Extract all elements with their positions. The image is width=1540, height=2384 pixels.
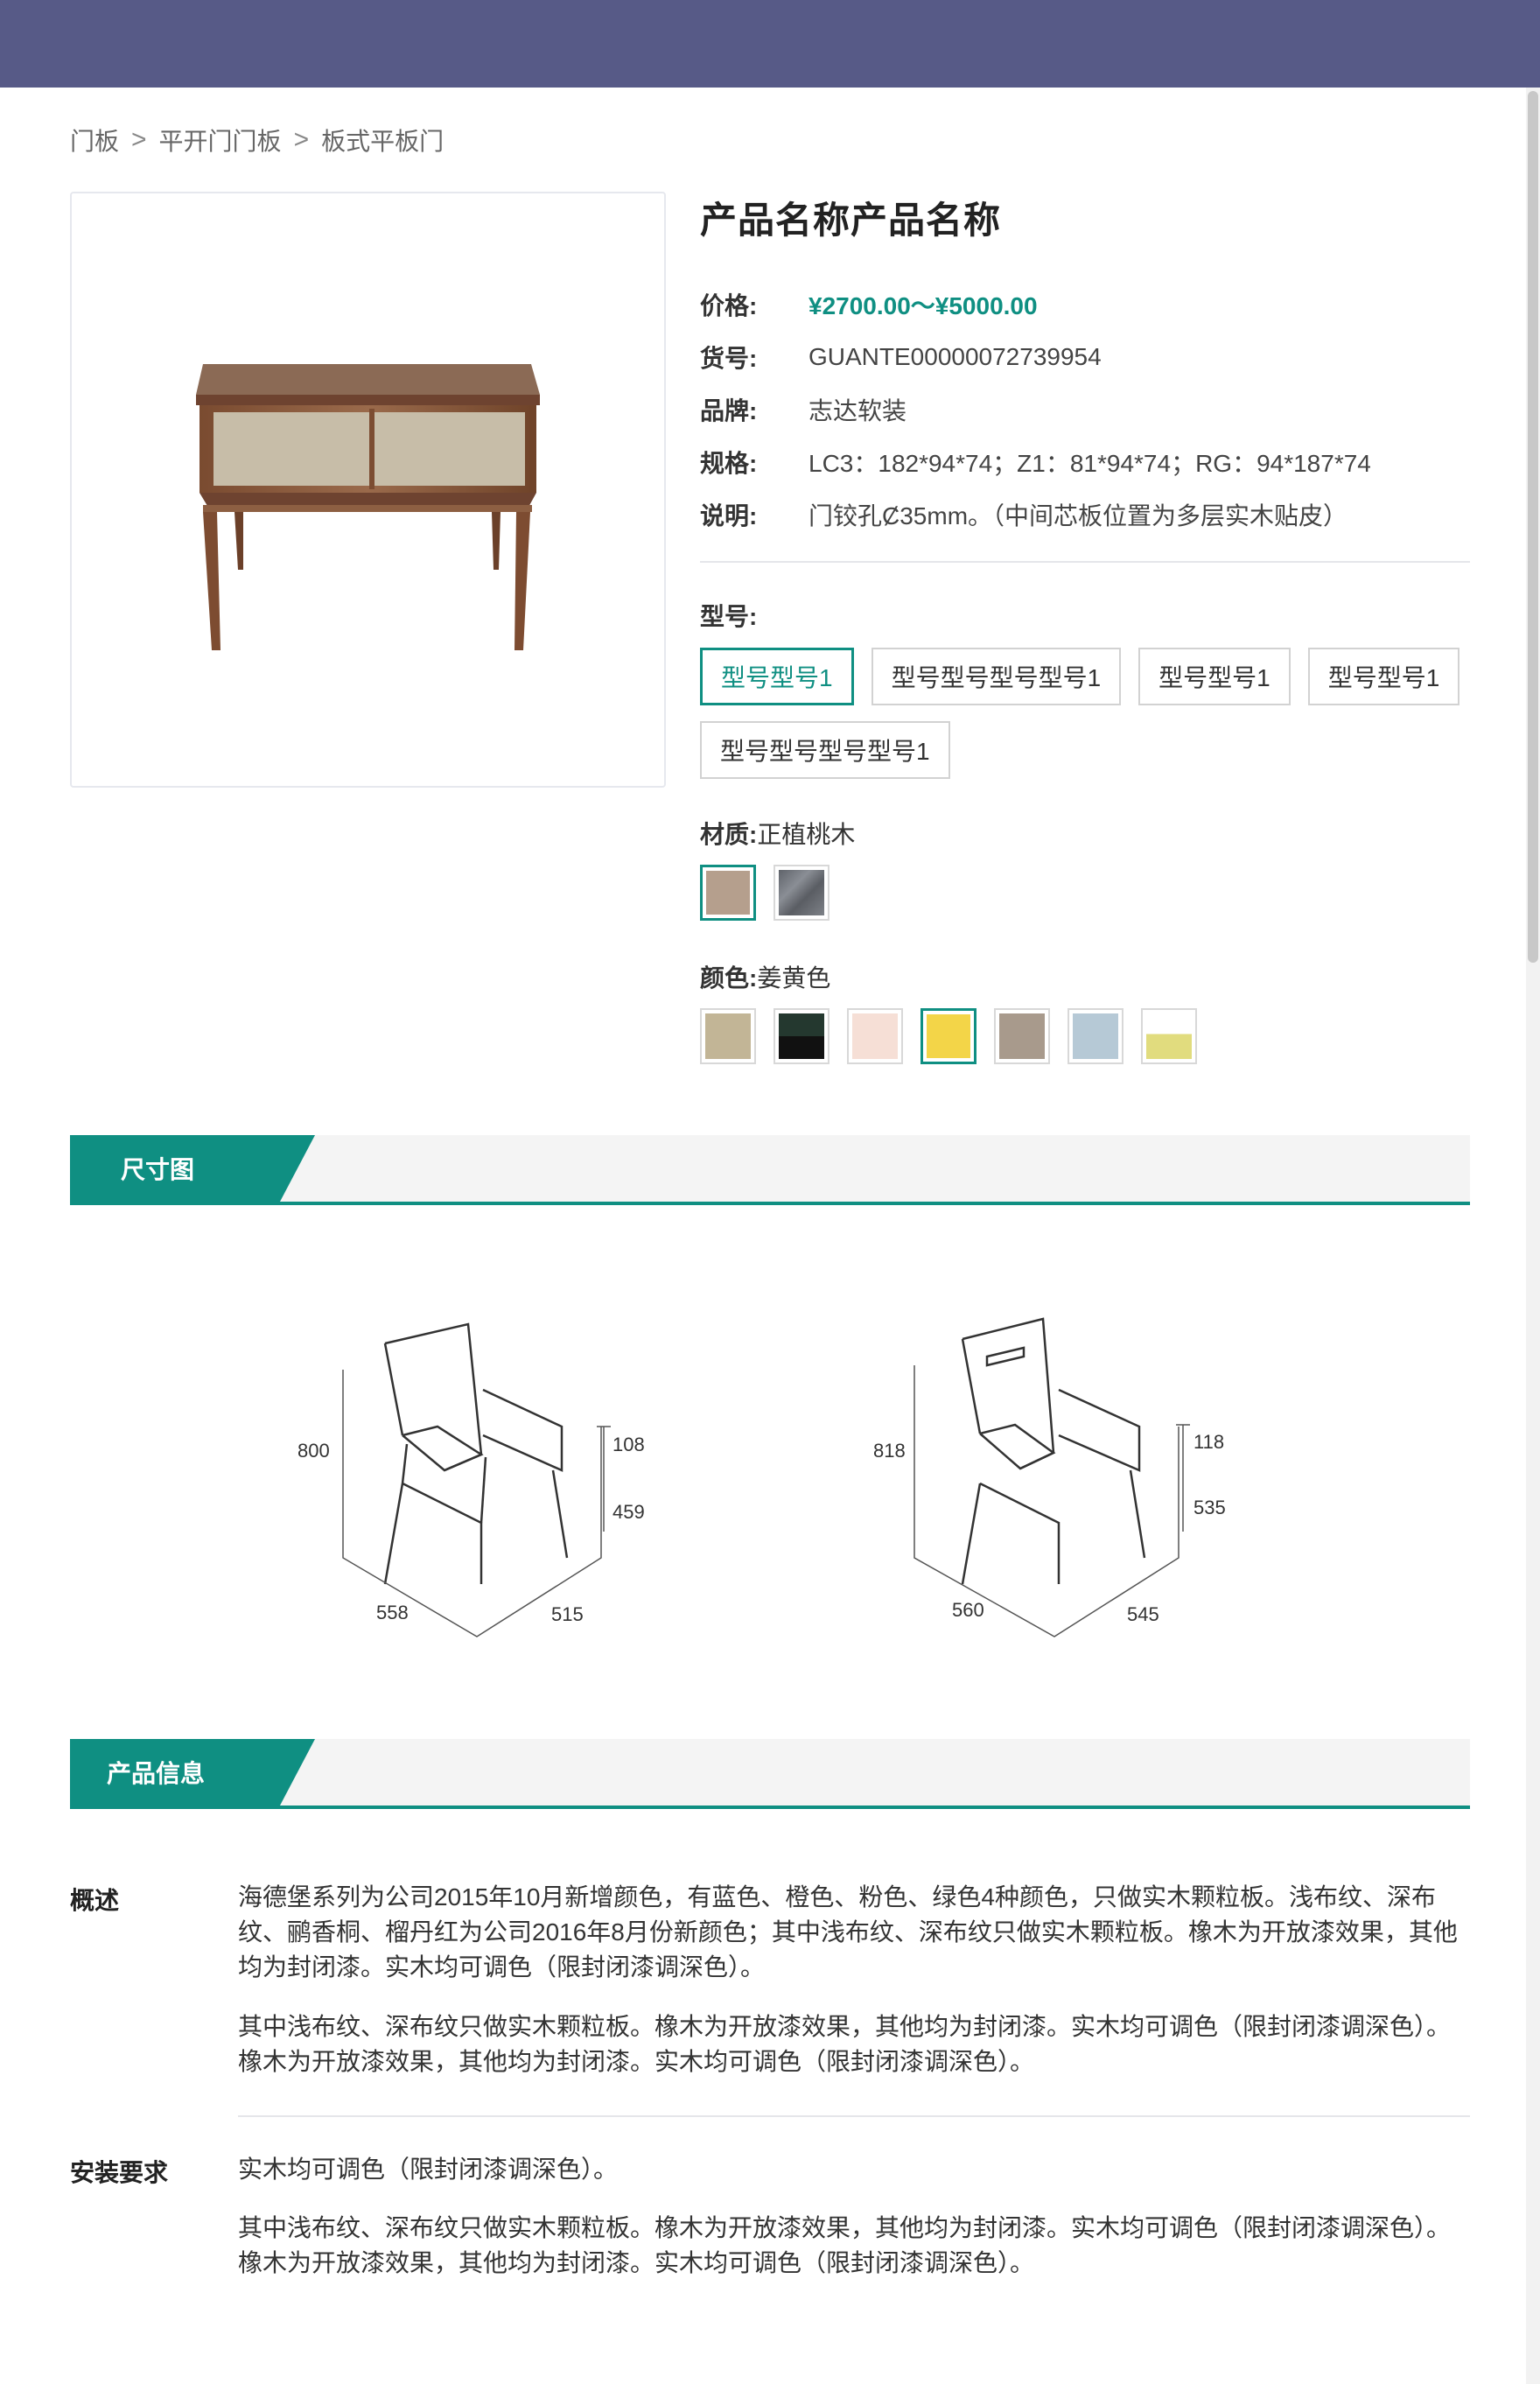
- spec-row: 规格: LC3：182*94*74；Z1：81*94*74；RG：94*187*…: [700, 436, 1470, 488]
- material-swatches: [700, 865, 830, 921]
- install-paragraph-1: 实木均可调色（限封闭漆调深色）。: [238, 2156, 619, 2183]
- color-swatch-pink[interactable]: [847, 1008, 903, 1064]
- divider: [700, 561, 1470, 563]
- sku-label: 货号:: [700, 345, 758, 372]
- color-swatch-dark-green[interactable]: [774, 1008, 830, 1064]
- color-row: 颜色:姜黄色: [700, 959, 830, 994]
- walnut-wood-swatch: [706, 871, 750, 915]
- scrollbar-thumb[interactable]: [1528, 91, 1538, 963]
- install-label: 安装要求: [70, 2159, 169, 2186]
- spec-value: LC3：182*94*74；Z1：81*94*74；RG：94*187*74: [808, 450, 1371, 477]
- color-swatch-beige[interactable]: [700, 1008, 756, 1064]
- model-option-5[interactable]: 型号型号型号型号1: [700, 721, 950, 779]
- chair2-depth-label: 560: [952, 1599, 984, 1621]
- breadcrumb-item-door-panel[interactable]: 门板: [70, 123, 119, 158]
- divider: [238, 2115, 1470, 2117]
- spec-label: 规格:: [700, 450, 758, 477]
- model-option-4[interactable]: 型号型号1: [1307, 648, 1460, 705]
- material-swatch-stone[interactable]: [774, 865, 830, 921]
- brand-value: 志达软装: [808, 397, 907, 424]
- model-label: 型号:: [700, 598, 757, 633]
- breadcrumb-item-swing-door-panel[interactable]: 平开门门板: [159, 123, 282, 158]
- chair1-depth-label: 558: [376, 1602, 409, 1623]
- beige-swatch: [705, 1013, 751, 1059]
- overview-paragraph-2: 其中浅布纹、深布纹只做实木颗粒板。橡木为开放漆效果，其他均为封闭漆。实木均可调色…: [238, 2013, 1452, 2075]
- chair2-seat-label: 535: [1194, 1497, 1226, 1518]
- color-swatch-light-blue[interactable]: [1068, 1008, 1124, 1064]
- material-value: 正植桃木: [757, 821, 856, 848]
- chair2-width-label: 545: [1127, 1603, 1159, 1625]
- color-swatch-lime[interactable]: [1141, 1008, 1197, 1064]
- price-value: ¥2700.00～¥5000.00: [808, 292, 1038, 319]
- chair1-width-label: 515: [551, 1603, 584, 1625]
- price-row: 价格: ¥2700.00～¥5000.00: [700, 278, 1470, 331]
- product-info-section-tab[interactable]: 产品信息: [70, 1739, 315, 1806]
- color-value: 姜黄色: [757, 964, 831, 992]
- light-blue-swatch: [1073, 1013, 1118, 1059]
- color-swatches: [700, 1008, 1197, 1064]
- lime-swatch: [1146, 1013, 1192, 1059]
- brand-row: 品牌: 志达软装: [700, 383, 1470, 436]
- model-option-3[interactable]: 型号型号1: [1138, 648, 1291, 705]
- color-swatch-taupe[interactable]: [994, 1008, 1050, 1064]
- color-swatch-yellow[interactable]: [920, 1008, 976, 1064]
- model-option-1[interactable]: 型号型号1: [700, 648, 854, 705]
- chair2-arm-label: 118: [1194, 1431, 1224, 1453]
- product-info-list: 价格: ¥2700.00～¥5000.00 货号: GUANTE00000072…: [700, 278, 1470, 541]
- product-image-frame[interactable]: [70, 192, 666, 788]
- note-row: 说明: 门铰孔Ȼ35mm。（中间芯板位置为多层实木贴皮）: [700, 488, 1470, 541]
- overview-paragraph-1: 海德堡系列为公司2015年10月新增颜色，有蓝色、橙色、粉色、绿色4种颜色，只做…: [238, 1883, 1458, 1981]
- top-header-bar: [0, 0, 1540, 88]
- overview-label: 概述: [70, 1887, 120, 1914]
- price-label: 价格:: [700, 292, 758, 319]
- chair-dimension-diagram-1: 800 108 459 558 515: [298, 1322, 645, 1637]
- chair1-arm-label: 108: [612, 1434, 645, 1455]
- chevron-right-icon: >: [293, 125, 310, 154]
- taupe-swatch: [999, 1013, 1045, 1059]
- model-option-2[interactable]: 型号型号型号型号1: [871, 648, 1122, 705]
- note-label: 说明:: [700, 502, 758, 529]
- grey-stone-swatch: [779, 870, 824, 915]
- material-swatch-walnut[interactable]: [700, 865, 756, 921]
- sku-row: 货号: GUANTE00000072739954: [700, 331, 1470, 383]
- chair2-height-label: 818: [873, 1440, 906, 1462]
- color-label: 颜色:: [700, 964, 758, 992]
- material-row: 材质:正植桃木: [700, 816, 855, 851]
- chair1-height-label: 800: [298, 1440, 330, 1462]
- dark-green-swatch: [779, 1013, 824, 1059]
- product-title: 产品名称产品名称: [700, 200, 1002, 241]
- product-info-section-header: 产品信息: [70, 1739, 1470, 1809]
- breadcrumb: 门板 > 平开门门板 > 板式平板门: [70, 123, 444, 158]
- note-value: 门铰孔Ȼ35mm。（中间芯板位置为多层实木贴皮）: [808, 502, 1348, 529]
- pink-swatch: [852, 1013, 898, 1059]
- breadcrumb-item-flat-door[interactable]: 板式平板门: [321, 123, 444, 158]
- model-options: 型号型号1 型号型号型号型号1 型号型号1 型号型号1 型号型号型号型号1: [700, 648, 1470, 779]
- chair-dimension-diagram-2: 818 118 535 560 545: [873, 1317, 1226, 1637]
- chevron-right-icon: >: [131, 125, 147, 154]
- dimensions-section-tab[interactable]: 尺寸图: [70, 1135, 315, 1202]
- nightstand-product-image: [196, 364, 540, 650]
- dimensions-section-header: 尺寸图: [70, 1135, 1470, 1205]
- material-label: 材质:: [700, 821, 758, 848]
- yellow-swatch: [927, 1014, 970, 1058]
- brand-label: 品牌:: [700, 397, 758, 424]
- model-label-text: 型号:: [700, 603, 758, 630]
- sku-value: GUANTE00000072739954: [808, 343, 1102, 370]
- install-paragraph-2: 其中浅布纹、深布纹只做实木颗粒板。橡木为开放漆效果，其他均为封闭漆。实木均可调色…: [238, 2214, 1452, 2276]
- chair1-seat-label: 459: [612, 1501, 645, 1523]
